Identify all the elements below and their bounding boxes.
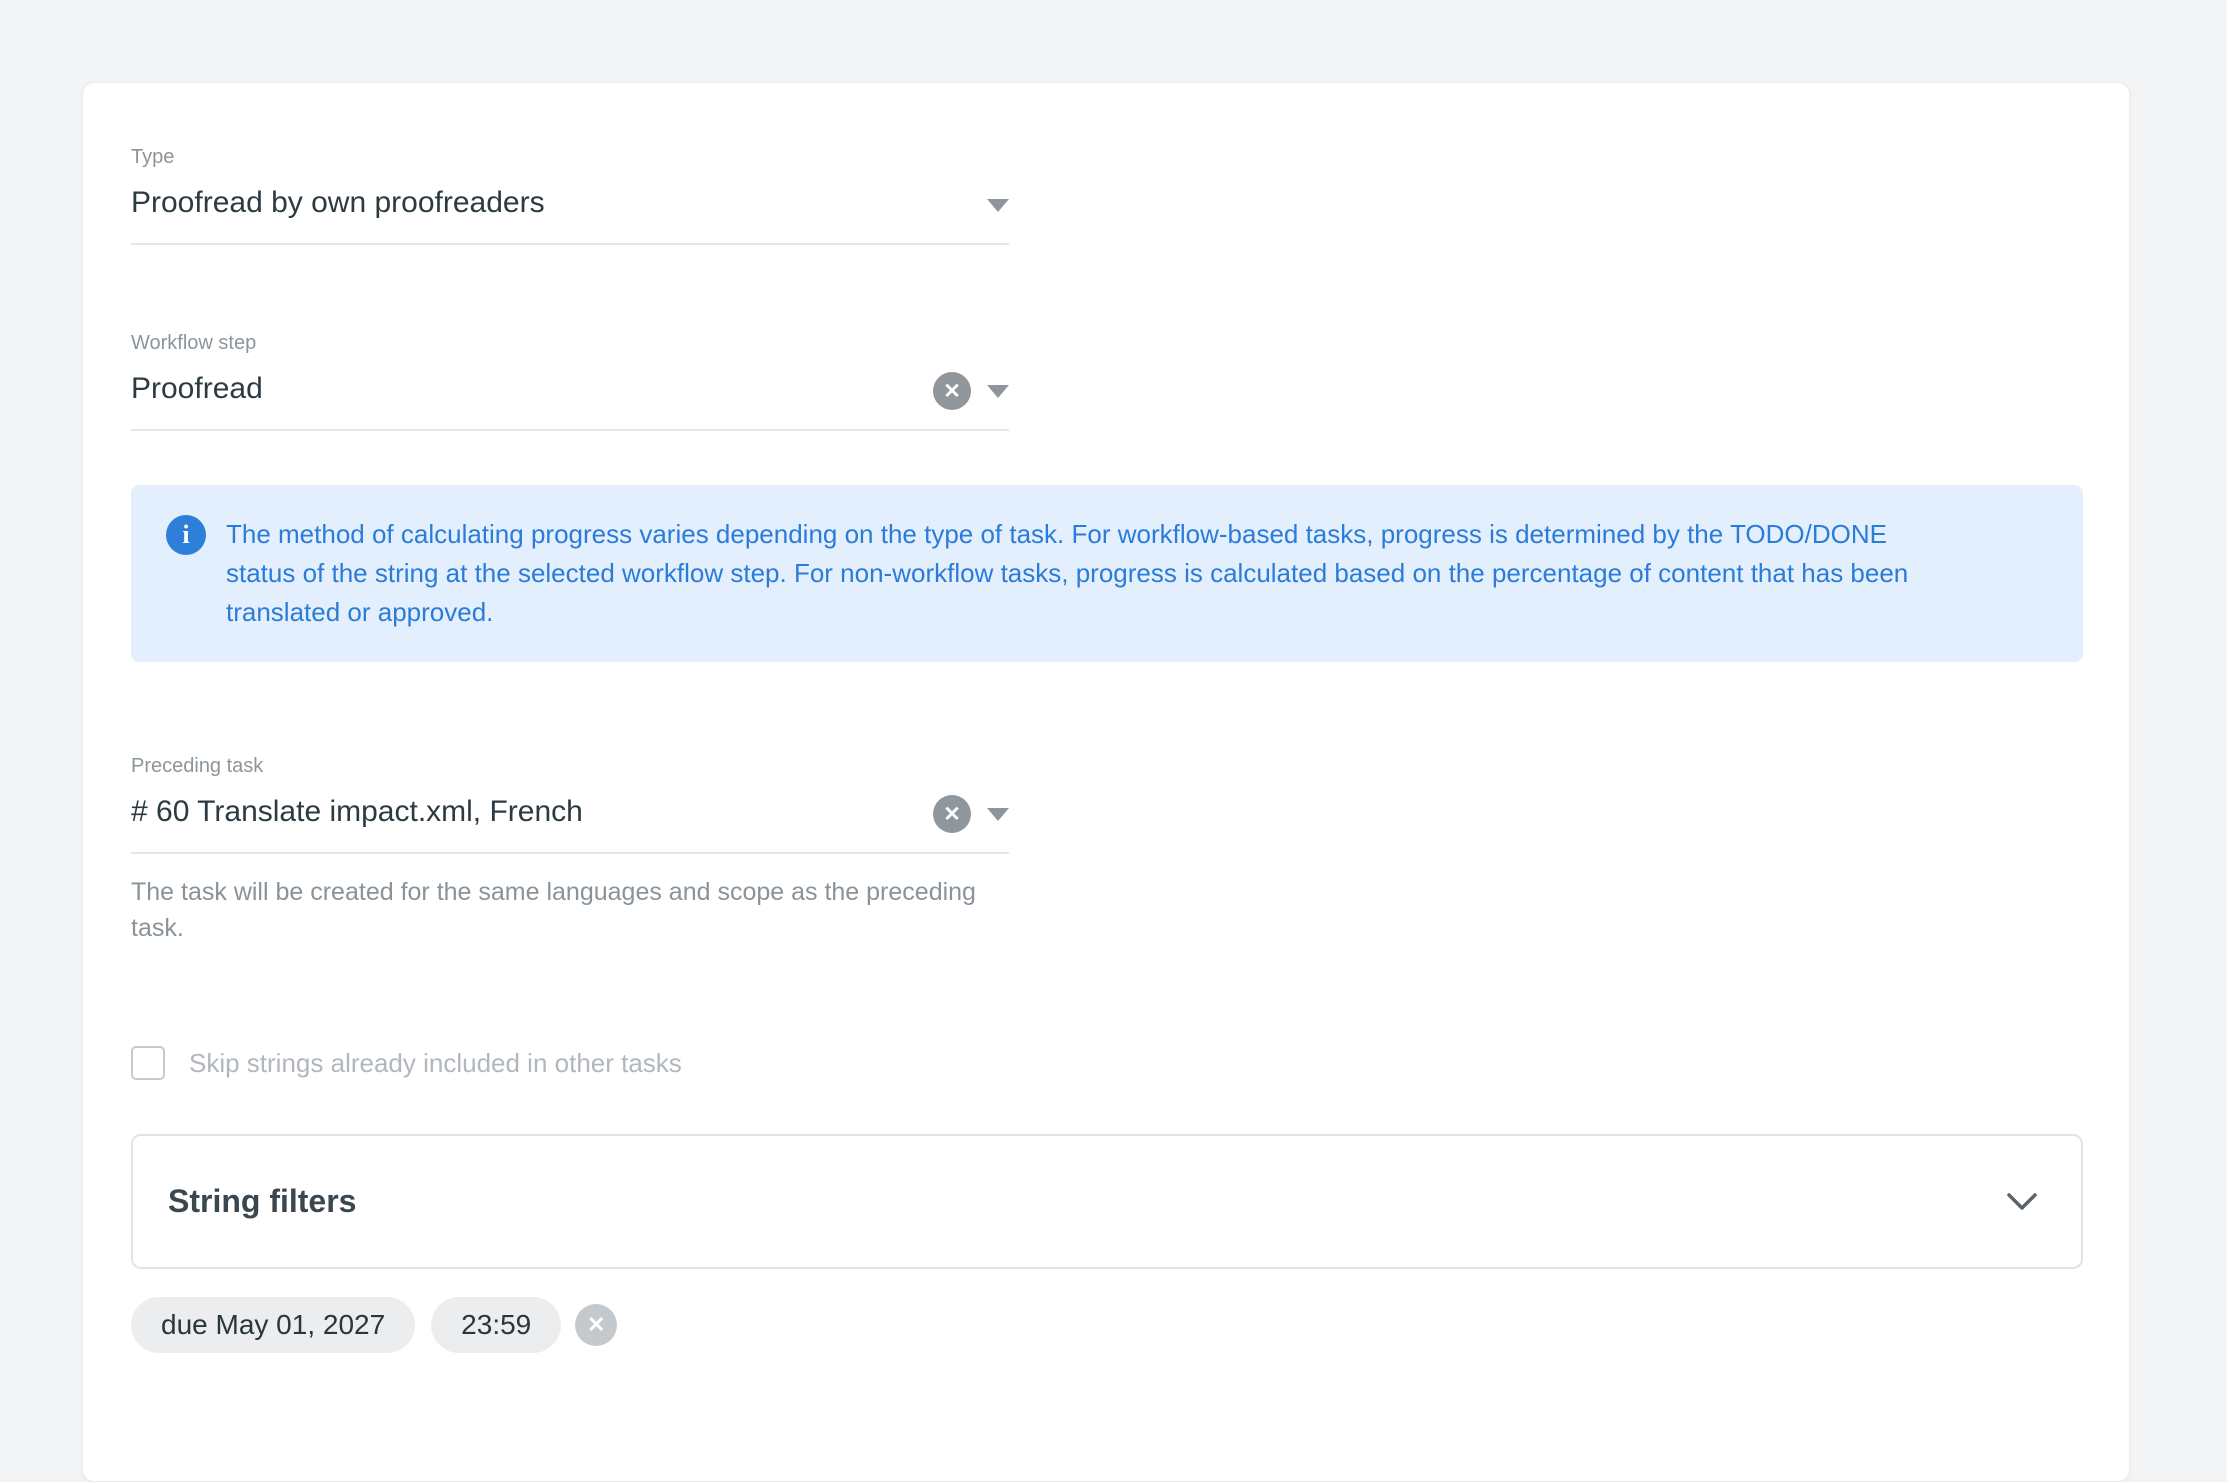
preceding-task-helper-text: The task will be created for the same la…	[131, 874, 2081, 946]
preceding-task-value: # 60 Translate impact.xml, French	[131, 792, 899, 832]
due-date-chips-row: due May 01, 2027 23:59 ✕	[131, 1297, 2081, 1353]
info-line: translated or approved.	[226, 593, 1908, 632]
due-date-chip[interactable]: due May 01, 2027	[131, 1297, 415, 1353]
due-time-chip-label: 23:59	[461, 1309, 531, 1341]
type-field-group: Type Proofread by own proofreaders	[131, 145, 1009, 245]
clear-workflow-step-button[interactable]: ✕	[933, 372, 971, 410]
progress-info-banner: i The method of calculating progress var…	[131, 485, 2083, 662]
helper-line: task.	[131, 910, 2081, 946]
skip-strings-row: Skip strings already included in other t…	[131, 1046, 2081, 1080]
chevron-down-icon[interactable]	[2005, 1191, 2039, 1213]
caret-down-icon[interactable]	[987, 808, 1009, 821]
string-filters-panel-header[interactable]: String filters	[131, 1134, 2083, 1269]
preceding-task-field-group: Preceding task # 60 Translate impact.xml…	[131, 754, 1009, 854]
string-filters-title: String filters	[168, 1183, 356, 1220]
type-select-value: Proofread by own proofreaders	[131, 183, 899, 223]
clear-preceding-task-button[interactable]: ✕	[933, 795, 971, 833]
caret-down-icon[interactable]	[987, 199, 1009, 212]
progress-info-text: The method of calculating progress varie…	[226, 515, 1908, 632]
workflow-step-value: Proofread	[131, 369, 899, 409]
close-x-icon: ✕	[587, 1312, 605, 1338]
helper-line: The task will be created for the same la…	[131, 874, 2081, 910]
type-field-label: Type	[131, 145, 1009, 169]
workflow-step-label: Workflow step	[131, 331, 1009, 355]
info-icon: i	[166, 515, 206, 555]
preceding-task-select[interactable]: # 60 Translate impact.xml, French ✕	[131, 784, 1009, 854]
type-select[interactable]: Proofread by own proofreaders	[131, 175, 1009, 245]
skip-strings-checkbox[interactable]	[131, 1046, 165, 1080]
clear-x-icon: ✕	[943, 381, 961, 402]
caret-down-icon[interactable]	[987, 385, 1009, 398]
workflow-step-select[interactable]: Proofread ✕	[131, 361, 1009, 431]
task-form-card: Type Proofread by own proofreaders Workf…	[82, 82, 2130, 1482]
clear-x-icon: ✕	[943, 804, 961, 825]
due-time-chip[interactable]: 23:59	[431, 1297, 561, 1353]
workflow-step-field-group: Workflow step Proofread ✕	[131, 331, 1009, 431]
skip-strings-label: Skip strings already included in other t…	[189, 1048, 682, 1079]
info-line: status of the string at the selected wor…	[226, 554, 1908, 593]
preceding-task-label: Preceding task	[131, 754, 1009, 778]
due-date-chip-label: due May 01, 2027	[161, 1309, 385, 1341]
remove-due-date-button[interactable]: ✕	[575, 1304, 617, 1346]
info-line: The method of calculating progress varie…	[226, 515, 1908, 554]
